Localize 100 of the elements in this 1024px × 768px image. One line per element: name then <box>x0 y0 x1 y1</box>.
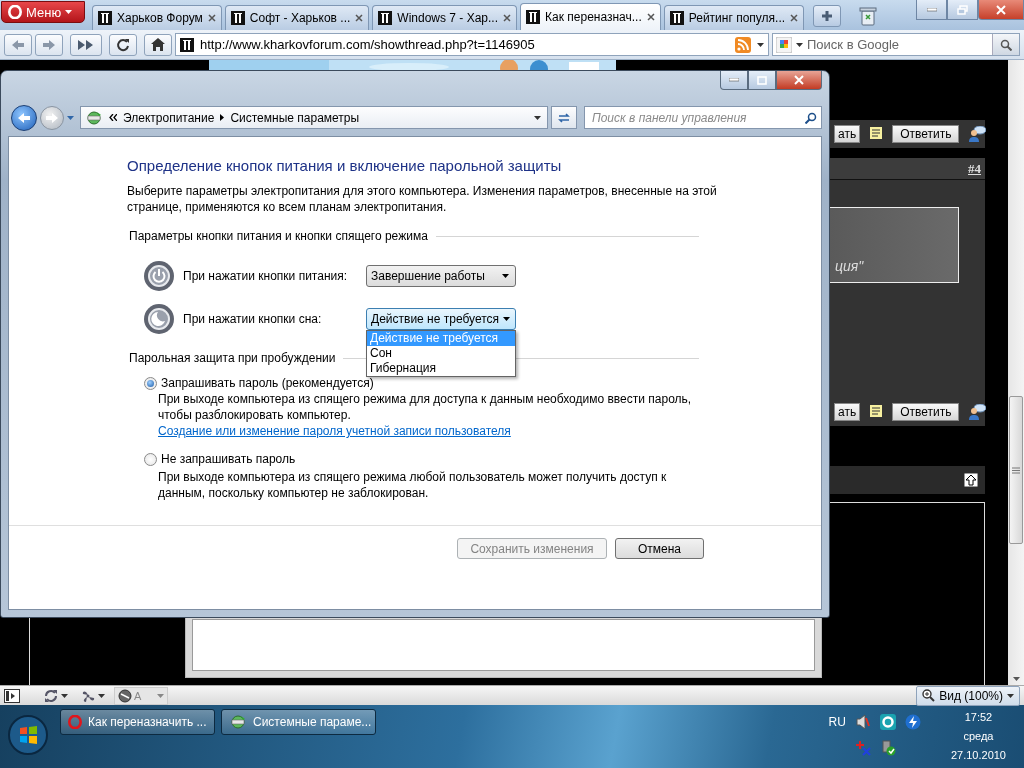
restore-icon <box>957 4 968 15</box>
search-icon[interactable] <box>805 111 817 124</box>
browser-tab[interactable]: Харьков Форум <box>92 5 222 30</box>
browser-tab[interactable]: Windows 7 - Хар... <box>372 5 518 30</box>
forum-favicon-icon <box>230 11 245 25</box>
forward-arrow-icon <box>46 112 58 123</box>
action-dropdown[interactable]: Завершение работы <box>366 264 516 287</box>
back-button[interactable] <box>11 104 37 131</box>
close-icon[interactable] <box>646 13 655 21</box>
chevrons-icon[interactable] <box>109 114 117 121</box>
radio-label[interactable]: Запрашивать пароль (рекомендуется) <box>161 375 374 391</box>
new-tab-button[interactable] <box>813 5 842 27</box>
browser-tab[interactable]: Софт - Харьков ... <box>224 5 370 30</box>
restore-button[interactable] <box>947 0 978 20</box>
start-button[interactable] <box>8 715 48 755</box>
forum-favicon-icon <box>669 11 684 25</box>
forward-button[interactable] <box>35 33 63 56</box>
user-speech-icon[interactable] <box>968 126 987 142</box>
address-field[interactable]: http://www.kharkovforum.com/showthread.php?t=1146905 <box>175 33 769 56</box>
quote-text: ция" <box>835 258 864 274</box>
close-icon <box>794 75 804 85</box>
option-description: При выходе компьютера из спящего режима для доступа к данным необходимо ввести пароль, чтобы разблокировать компьютер. Создание или изменение пароля учетной записи пользователя <box>158 391 693 439</box>
reply-button[interactable]: Ответить <box>892 125 960 143</box>
radio-label[interactable]: Не запрашивать пароль <box>161 451 296 467</box>
search-button[interactable] <box>992 34 1019 55</box>
radio-button[interactable] <box>144 376 157 390</box>
reply-input-field[interactable] <box>192 619 815 671</box>
close-icon[interactable] <box>355 14 364 22</box>
post-number-link[interactable]: #4 <box>968 160 981 177</box>
close-button[interactable] <box>978 0 1024 20</box>
speaker-icon[interactable] <box>854 714 871 730</box>
ring-icon[interactable] <box>879 714 896 730</box>
breadcrumb-item[interactable]: Электропитание <box>123 110 215 125</box>
clock-date[interactable]: 27.10.2010 <box>950 749 1006 761</box>
close-icon <box>996 4 1006 15</box>
caret-icon <box>157 693 165 698</box>
refresh-button[interactable] <box>551 106 577 129</box>
home-button[interactable] <box>144 33 172 56</box>
menu-button[interactable]: Меню <box>1 1 85 23</box>
scroll-down-icon[interactable] <box>1012 677 1020 681</box>
back-arrow-icon <box>18 112 30 123</box>
user-speech-icon[interactable] <box>968 404 987 420</box>
dropdown-option[interactable]: Гибернация <box>367 360 515 376</box>
clock-time[interactable]: 17:52 <box>964 711 993 723</box>
quote-button[interactable]: ать <box>834 403 861 421</box>
breadcrumb-bar[interactable]: Электропитание Системные параметры <box>80 106 548 129</box>
dropdown-caret-icon <box>503 316 511 321</box>
taskbar-button[interactable]: Системные параме... <box>221 709 376 735</box>
minimize-icon <box>926 7 937 12</box>
minimize-button[interactable] <box>916 0 947 20</box>
safe-removal-icon[interactable] <box>879 740 896 756</box>
refresh-icon <box>557 111 571 124</box>
close-button[interactable] <box>776 71 822 90</box>
forum-favicon-icon <box>180 37 194 52</box>
reload-icon <box>116 37 130 52</box>
password-link[interactable]: Создание или изменение пароля учетной записи пользователя <box>158 424 511 438</box>
cancel-button[interactable]: Отмена <box>615 538 704 559</box>
search-engine-icon[interactable] <box>776 36 792 53</box>
note-icon[interactable] <box>869 126 884 142</box>
moon-button-icon <box>143 302 175 335</box>
fast-forward-button[interactable] <box>70 33 102 56</box>
scrollbar[interactable] <box>1008 60 1024 685</box>
zoom-button[interactable]: Вид (100%) <box>916 685 1020 706</box>
panel-toggle-icon[interactable] <box>4 688 20 703</box>
dropdown-caret-icon <box>502 273 509 278</box>
gauge-icon <box>118 688 132 703</box>
clock-day[interactable]: среда <box>963 730 994 742</box>
close-icon[interactable] <box>207 14 216 22</box>
sync-icon <box>43 688 59 703</box>
close-icon[interactable] <box>503 14 512 22</box>
search-field[interactable]: Поиск в панели управления <box>584 106 822 129</box>
minimize-button[interactable] <box>720 71 748 90</box>
quote-button[interactable]: ать <box>834 125 861 143</box>
caret-icon <box>61 693 68 698</box>
forum-favicon-icon <box>526 10 541 24</box>
forward-arrow-icon <box>43 39 55 50</box>
search-icon <box>1000 38 1012 51</box>
forum-favicon-icon <box>378 11 393 25</box>
dropdown-option[interactable]: Сон <box>367 345 515 361</box>
maximize-icon <box>757 75 767 85</box>
radio-button[interactable] <box>144 452 157 466</box>
up-arrow-icon[interactable] <box>964 473 978 487</box>
reload-button[interactable] <box>109 33 137 56</box>
lightning-icon[interactable] <box>904 714 921 730</box>
browser-tab[interactable]: Рейтинг популя... <box>663 5 805 30</box>
breadcrumb-item[interactable]: Системные параметры <box>230 110 360 125</box>
close-icon[interactable] <box>790 14 799 22</box>
breadcrumb-arrow-icon[interactable] <box>220 114 225 121</box>
note-icon[interactable] <box>869 404 884 420</box>
option-description: При выходе компьютера из спящего режима любой пользователь может получить доступ к данным, поскольку компьютер не заблокирован. <box>158 469 668 501</box>
opera-logo-icon <box>8 5 22 19</box>
reply-button[interactable]: Ответить <box>892 403 960 421</box>
maximize-button[interactable] <box>748 71 776 90</box>
scrollbar-thumb[interactable] <box>1009 396 1023 544</box>
action-dropdown[interactable]: Действие не требуется <box>366 307 516 330</box>
trash-icon[interactable] <box>859 6 878 26</box>
language-indicator[interactable]: RU <box>828 715 846 729</box>
taskbar-button[interactable]: Как переназначить ... <box>60 709 215 735</box>
search-field[interactable]: Поиск в Google <box>772 33 1020 56</box>
browser-tab[interactable]: Как переназнач... <box>520 3 661 30</box>
